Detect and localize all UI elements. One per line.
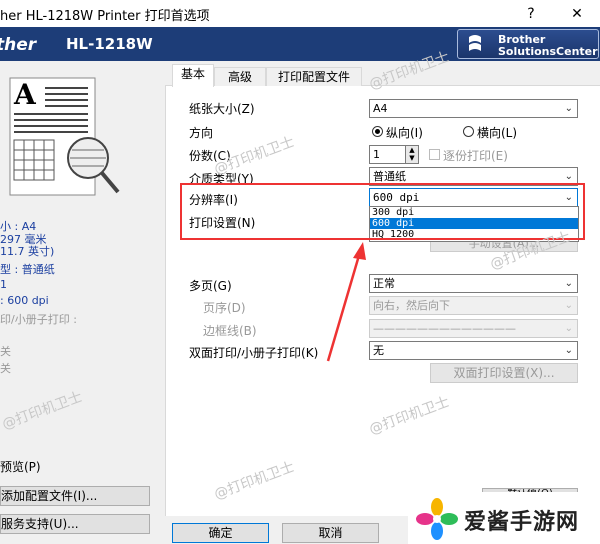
copies-value: 1 [373,148,380,161]
portrait-label[interactable]: 纵向(I) [386,124,423,141]
summary-line: 11.7 英寸) [0,245,55,258]
chevron-down-icon: ⌄ [564,103,573,114]
page-order-select[interactable]: 向右，然后向下 ⌄ [369,296,578,315]
multiple-page-value: 正常 [373,277,395,290]
site-name: 爱酱手游网 [464,510,580,535]
printer-model: HL-1218W [66,35,153,53]
page-preview-image: A [9,77,120,196]
duplex-settings-button[interactable]: 双面打印设置(X)... [430,363,578,383]
tab-profiles[interactable]: 打印配置文件 [266,67,362,86]
media-type-value: 普通纸 [373,170,406,183]
summary-line: 关 [0,345,11,358]
paper-size-value: A4 [373,102,388,115]
summary-line: 型 : 普通纸 [0,263,55,276]
landscape-radio[interactable] [463,126,474,137]
duplex-select[interactable]: 无 ⌄ [369,341,578,360]
multiple-page-select[interactable]: 正常 ⌄ [369,274,578,293]
chevron-down-icon: ⌄ [564,278,573,289]
support-button[interactable]: 服务支持(U)... [0,514,150,534]
brand-logo: ther [0,35,37,55]
annotation-arrow [326,242,366,362]
collate-checkbox[interactable] [429,149,440,160]
multiple-page-label: 多页(G) [189,279,232,293]
page-order-label: 页序(D) [203,301,246,315]
ok-button[interactable]: 确定 [172,523,269,543]
solutions-center-button[interactable]: Brother SolutionsCenter [457,29,599,59]
duplex-value: 无 [373,344,384,357]
copies-stepper[interactable]: ▲ ▼ [405,145,419,164]
duplex-label: 双面打印/小册子打印(K) [189,346,319,360]
summary-line: 印/小册子打印 : [0,313,77,326]
chevron-down-icon: ⌄ [564,345,573,356]
close-button[interactable]: ✕ [554,0,600,27]
site-watermark: 爱酱手游网 [408,492,600,544]
highlight-box [180,183,585,240]
portrait-radio[interactable] [372,126,383,137]
solutions-logo-icon [469,35,481,51]
preview-checkbox-label[interactable]: 预览(P) [0,458,41,475]
collate-label: 逐份打印(E) [443,149,508,163]
tab-basic[interactable]: 基本 [172,64,214,87]
summary-line: 关 [0,362,11,375]
orientation-label: 方向 [189,126,214,140]
border-line-select[interactable]: ————————————— ⌄ [369,319,578,338]
svg-text:A: A [13,78,37,111]
solutions-line2: SolutionsCenter [498,45,598,58]
add-profile-button[interactable]: 添加配置文件(I)... [0,486,150,506]
summary-line: : 600 dpi [0,294,49,307]
cancel-button[interactable]: 取消 [282,523,379,543]
watermark-text: @打印机卫士 [0,389,85,433]
paper-size-select[interactable]: A4 ⌄ [369,99,578,118]
close-icon: ✕ [571,5,583,22]
tab-advanced[interactable]: 高级 [214,67,266,86]
chevron-down-icon: ⌄ [564,323,573,334]
paper-size-label: 纸张大小(Z) [189,102,255,116]
border-line-label: 边框线(B) [203,324,257,338]
chevron-down-icon: ⌄ [564,300,573,311]
page-order-value: 向右，然后向下 [373,299,450,312]
summary-line: 1 [0,278,7,291]
border-line-value: ————————————— [373,322,516,335]
landscape-label[interactable]: 横向(L) [477,124,517,141]
flower-logo-icon [416,498,458,540]
window-title: her HL-1218W Printer 打印首选项 [0,9,210,24]
help-button[interactable]: ? [508,0,554,27]
